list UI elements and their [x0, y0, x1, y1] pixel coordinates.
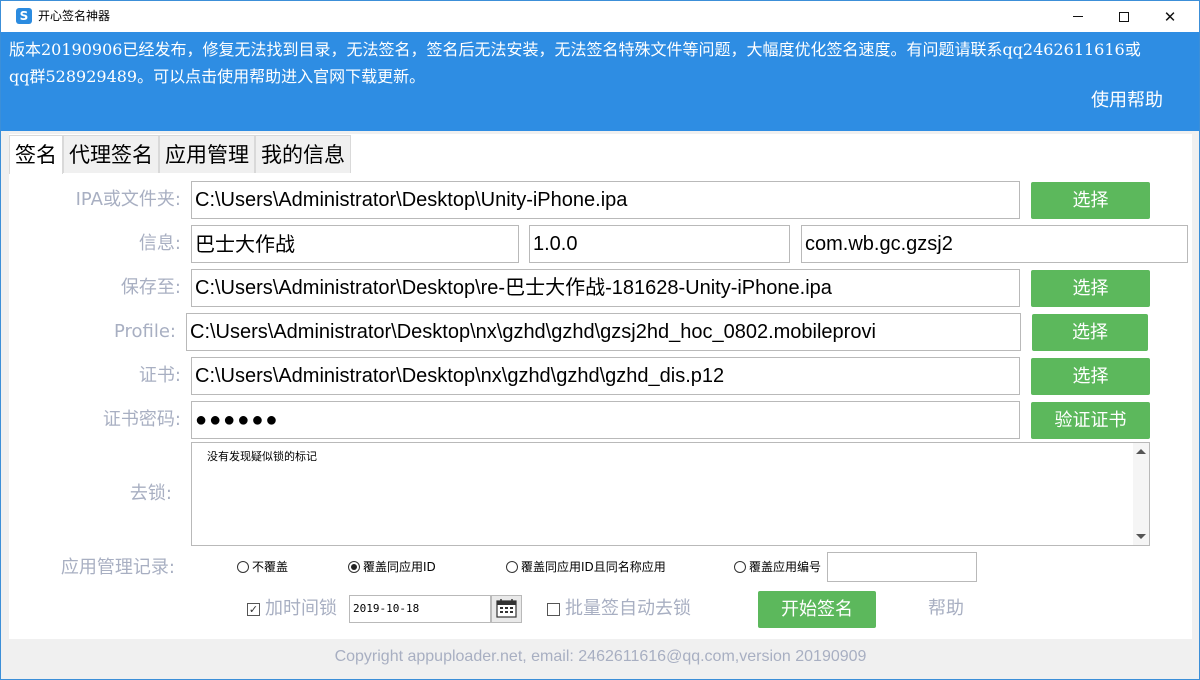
minimize-button[interactable] [1055, 1, 1101, 32]
select-save-button[interactable]: 选择 [1031, 270, 1150, 307]
radio-checked-icon[interactable] [348, 561, 360, 573]
radio-icon[interactable] [734, 561, 746, 573]
profile-label: Profile: [113, 321, 176, 342]
notice-banner: 版本20190906已经发布，修复无法找到目录，无法签名，签名后无法安装，无法签… [1, 32, 1199, 131]
main-window: S 开心签名神器 ✕ 版本20190906已经发布，修复无法找到目录，无法签名，… [0, 0, 1200, 680]
version-field[interactable]: 1.0.0 [529, 225, 790, 263]
minimize-icon [1073, 16, 1083, 17]
radio-label: 覆盖应用编号 [749, 560, 822, 574]
profile-path-field[interactable]: C:\Users\Administrator\Desktop\nx\gzhd\g… [186, 313, 1021, 351]
date-input[interactable]: 2019-10-18 [349, 595, 491, 623]
unlock-label: 去锁: [129, 483, 172, 504]
tab-app-management[interactable]: 应用管理 [159, 135, 255, 173]
calendar-icon [496, 599, 517, 618]
checkbox-icon[interactable] [547, 602, 560, 616]
verify-cert-button[interactable]: 验证证书 [1031, 402, 1150, 439]
maximize-button[interactable] [1101, 1, 1147, 32]
radio-overwrite-same-id[interactable]: 覆盖同应用ID [348, 559, 436, 575]
app-record-label: 应用管理记录: [60, 557, 175, 578]
time-lock-label: 加时间锁 [265, 598, 337, 619]
app-logo-icon: S [16, 8, 32, 24]
log-scrollbar[interactable] [1133, 443, 1149, 545]
save-label: 保存至: [120, 277, 181, 298]
close-button[interactable]: ✕ [1147, 1, 1193, 32]
select-ipa-button[interactable]: 选择 [1031, 182, 1150, 219]
batch-unlock-checkbox[interactable]: 批量签自动去锁 [547, 597, 691, 621]
usage-help-link[interactable]: 使用帮助 [1091, 89, 1163, 113]
password-label: 证书密码: [102, 409, 181, 430]
notice-text: 版本20190906已经发布，修复无法找到目录，无法签名，签名后无法安装，无法签… [9, 40, 1141, 86]
tab-sign[interactable]: 签名 [9, 135, 63, 174]
calendar-button[interactable] [491, 595, 522, 623]
radio-no-overwrite[interactable]: 不覆盖 [237, 559, 288, 575]
radio-overwrite-app-number[interactable]: 覆盖应用编号 [734, 559, 821, 575]
radio-label: 覆盖同应用ID [363, 560, 436, 574]
app-number-input[interactable] [827, 552, 977, 582]
bundle-id-field[interactable]: com.wb.gc.gzsj2 [801, 225, 1188, 263]
tab-my-info[interactable]: 我的信息 [255, 135, 351, 173]
window-title: 开心签名神器 [38, 9, 111, 23]
password-field[interactable]: ●●●●●● [191, 401, 1020, 439]
radio-label: 覆盖同应用ID且同名称应用 [521, 560, 666, 574]
batch-unlock-label: 批量签自动去锁 [565, 598, 691, 619]
footer-copyright: Copyright appuploader.net, email: 246261… [9, 639, 1192, 675]
select-profile-button[interactable]: 选择 [1032, 314, 1148, 351]
maximize-icon [1119, 11, 1129, 22]
unlock-log-area[interactable]: 没有发现疑似锁的标记 [191, 442, 1150, 546]
radio-icon[interactable] [237, 561, 249, 573]
close-icon: ✕ [1163, 7, 1177, 26]
radio-overwrite-same-id-name[interactable]: 覆盖同应用ID且同名称应用 [506, 559, 666, 575]
ipa-label: IPA或文件夹: [75, 189, 181, 210]
ipa-path-field[interactable]: C:\Users\Administrator\Desktop\Unity-iPh… [191, 181, 1020, 219]
title-bar[interactable]: S 开心签名神器 ✕ [1, 1, 1199, 32]
app-name-field[interactable]: 巴士大作战 [191, 225, 519, 263]
radio-label: 不覆盖 [252, 560, 289, 574]
save-path-field[interactable]: C:\Users\Administrator\Desktop\re-巴士大作战-… [191, 269, 1020, 307]
scroll-up-icon[interactable] [1136, 449, 1146, 454]
cert-label: 证书: [138, 365, 181, 386]
time-lock-checkbox[interactable]: ✓ 加时间锁 [247, 597, 337, 621]
unlock-log-text: 没有发现疑似锁的标记 [207, 450, 317, 463]
tab-bar: 签名 代理签名 应用管理 我的信息 [9, 135, 351, 174]
select-cert-button[interactable]: 选择 [1031, 358, 1150, 395]
tab-proxy-sign[interactable]: 代理签名 [63, 135, 159, 173]
checkbox-checked-icon[interactable]: ✓ [247, 602, 260, 616]
start-sign-button[interactable]: 开始签名 [758, 591, 876, 628]
info-label: 信息: [138, 233, 181, 254]
radio-icon[interactable] [506, 561, 518, 573]
scroll-down-icon[interactable] [1136, 534, 1146, 539]
help-button[interactable]: 帮助 [928, 597, 964, 621]
cert-path-field[interactable]: C:\Users\Administrator\Desktop\nx\gzhd\g… [191, 357, 1020, 395]
